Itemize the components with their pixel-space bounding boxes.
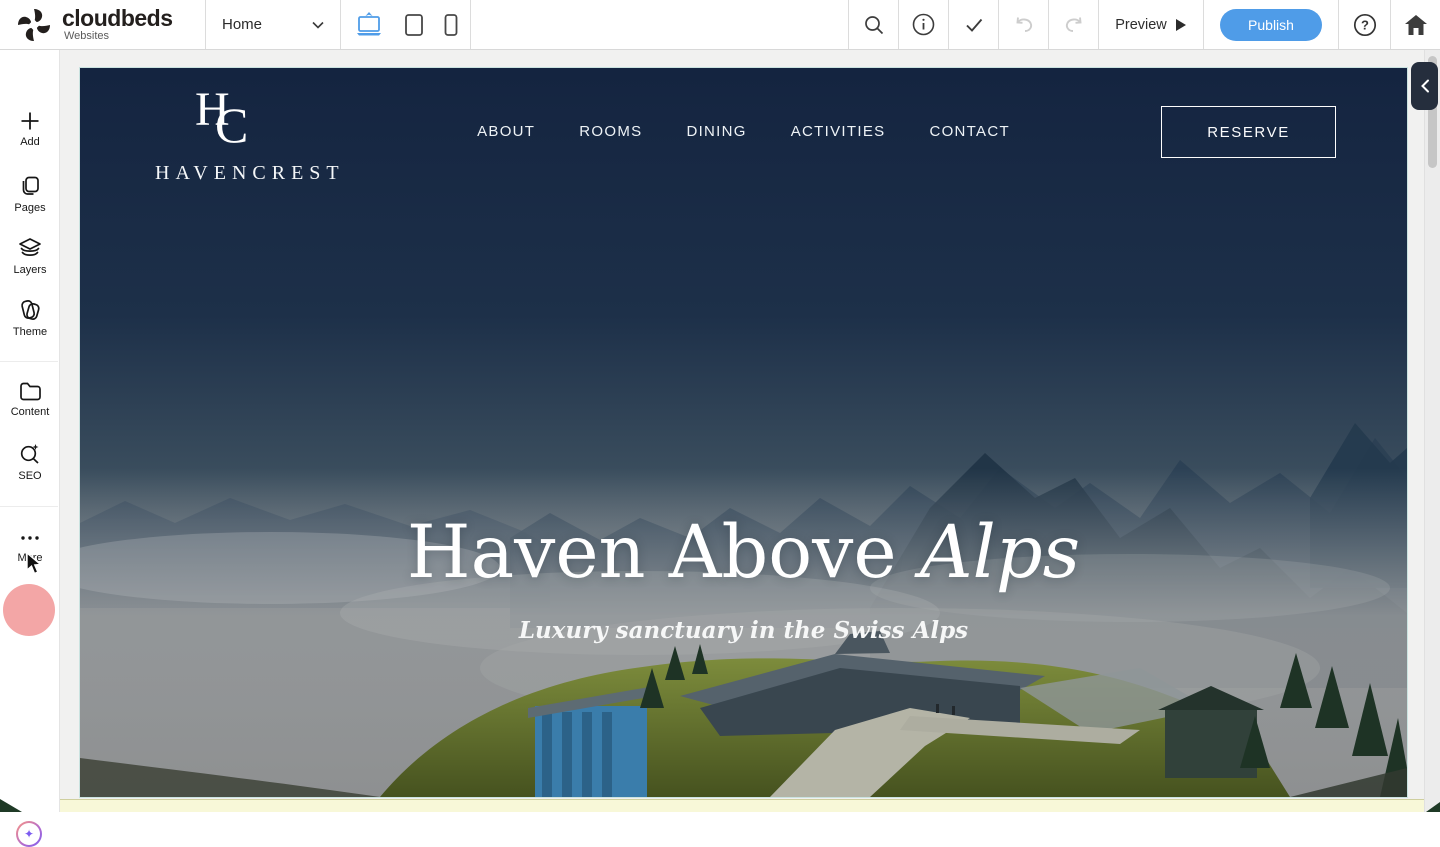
website-canvas[interactable]: H C HAVENCREST ABOUT ROOMS DINING ACTIVI… (80, 68, 1407, 797)
sidebar-divider (0, 506, 58, 507)
sidebar-item-pages[interactable]: Pages (0, 174, 60, 214)
redo-button[interactable] (1048, 0, 1098, 49)
chevron-left-icon (1420, 79, 1430, 93)
sidebar-label: Content (11, 406, 50, 418)
device-switcher (340, 0, 470, 49)
mouse-cursor (24, 552, 44, 576)
hero-subtitle[interactable]: Luxury sanctuary in the Swiss Alps (80, 617, 1407, 644)
sidebar-label: SEO (18, 470, 41, 482)
folder-icon (18, 380, 42, 402)
undo-button[interactable] (998, 0, 1048, 49)
nav-item-about[interactable]: ABOUT (477, 123, 535, 140)
canvas-scrollbar[interactable] (1424, 50, 1440, 812)
cloudbeds-logo-icon (14, 5, 54, 45)
mobile-device-icon[interactable] (444, 12, 458, 38)
help-icon: ? (1353, 13, 1377, 37)
sidebar-item-content[interactable]: Content (0, 380, 60, 418)
seo-search-icon (18, 442, 42, 466)
search-button[interactable] (848, 0, 898, 49)
toolbar-spacer (470, 0, 848, 49)
sidebar-label: Layers (13, 264, 46, 276)
info-icon (912, 13, 935, 36)
pages-icon (18, 174, 42, 198)
sidebar-item-layers[interactable]: Layers (0, 236, 60, 276)
nav-item-dining[interactable]: DINING (686, 123, 746, 140)
info-button[interactable] (898, 0, 948, 49)
cloudbeds-brand: cloudbeds Websites (0, 0, 205, 49)
play-icon (1175, 18, 1187, 32)
saved-check-button[interactable] (948, 0, 998, 49)
nav-item-rooms[interactable]: ROOMS (579, 123, 642, 140)
svg-text:?: ? (1361, 17, 1369, 32)
preview-label: Preview (1115, 17, 1167, 33)
ellipsis-icon (18, 528, 42, 548)
layers-icon (17, 236, 43, 260)
sparkle-icon: ✦ (24, 827, 34, 841)
reserve-button[interactable]: RESERVE (1161, 106, 1336, 158)
logo-wordmark: HAVENCREST (155, 162, 300, 185)
hero-title[interactable]: Haven Above Alps (80, 510, 1407, 595)
next-section-strip (60, 799, 1440, 812)
home-icon (1405, 15, 1427, 35)
theme-icon (17, 298, 43, 322)
plus-icon (19, 110, 41, 132)
editor-toolbar: cloudbeds Websites Home (0, 0, 1440, 50)
preview-button[interactable]: Preview (1098, 0, 1203, 49)
sidebar-item-seo[interactable]: SEO (0, 442, 60, 482)
search-icon (863, 14, 885, 36)
editor-workspace: H C HAVENCREST ABOUT ROOMS DINING ACTIVI… (60, 50, 1440, 812)
page-selector-value: Home (222, 16, 262, 33)
nav-item-contact[interactable]: CONTACT (929, 123, 1009, 140)
cursor-highlight-circle (3, 584, 55, 636)
tablet-device-icon[interactable] (404, 12, 424, 38)
ai-assistant-button[interactable]: ✦ (16, 821, 42, 847)
logo-monogram: H C (155, 86, 300, 150)
sidebar-label: Add (20, 136, 40, 148)
chevron-down-icon (312, 21, 324, 29)
sidebar-label: Theme (13, 326, 47, 338)
publish-button[interactable]: Publish (1220, 9, 1322, 41)
brand-product: Websites (64, 31, 173, 42)
brand-name: cloudbeds (62, 7, 173, 30)
redo-icon (1062, 14, 1086, 36)
hero-title-accent: Alps (920, 510, 1080, 595)
sidebar-label: Pages (14, 202, 45, 214)
help-button[interactable]: ? (1338, 0, 1390, 49)
sidebar-divider (0, 361, 58, 362)
sidebar-item-add[interactable]: Add (0, 110, 60, 148)
nav-item-activities[interactable]: ACTIVITIES (791, 123, 886, 140)
checkmark-icon (963, 14, 985, 36)
sidebar-item-theme[interactable]: Theme (0, 298, 60, 338)
desktop-device-icon[interactable] (354, 12, 384, 38)
site-header: H C HAVENCREST ABOUT ROOMS DINING ACTIVI… (80, 68, 1407, 198)
dashboard-home-button[interactable] (1390, 0, 1440, 49)
hero-copy: Haven Above Alps Luxury sanctuary in the… (80, 510, 1407, 644)
panel-collapse-tab[interactable] (1411, 62, 1438, 110)
hero-title-main: Haven Above (407, 510, 920, 595)
undo-icon (1012, 14, 1036, 36)
publish-cell: Publish (1203, 0, 1338, 49)
editor-sidebar: Add Pages Layers Theme Content (0, 50, 60, 812)
page-selector-dropdown[interactable]: Home (205, 0, 340, 49)
